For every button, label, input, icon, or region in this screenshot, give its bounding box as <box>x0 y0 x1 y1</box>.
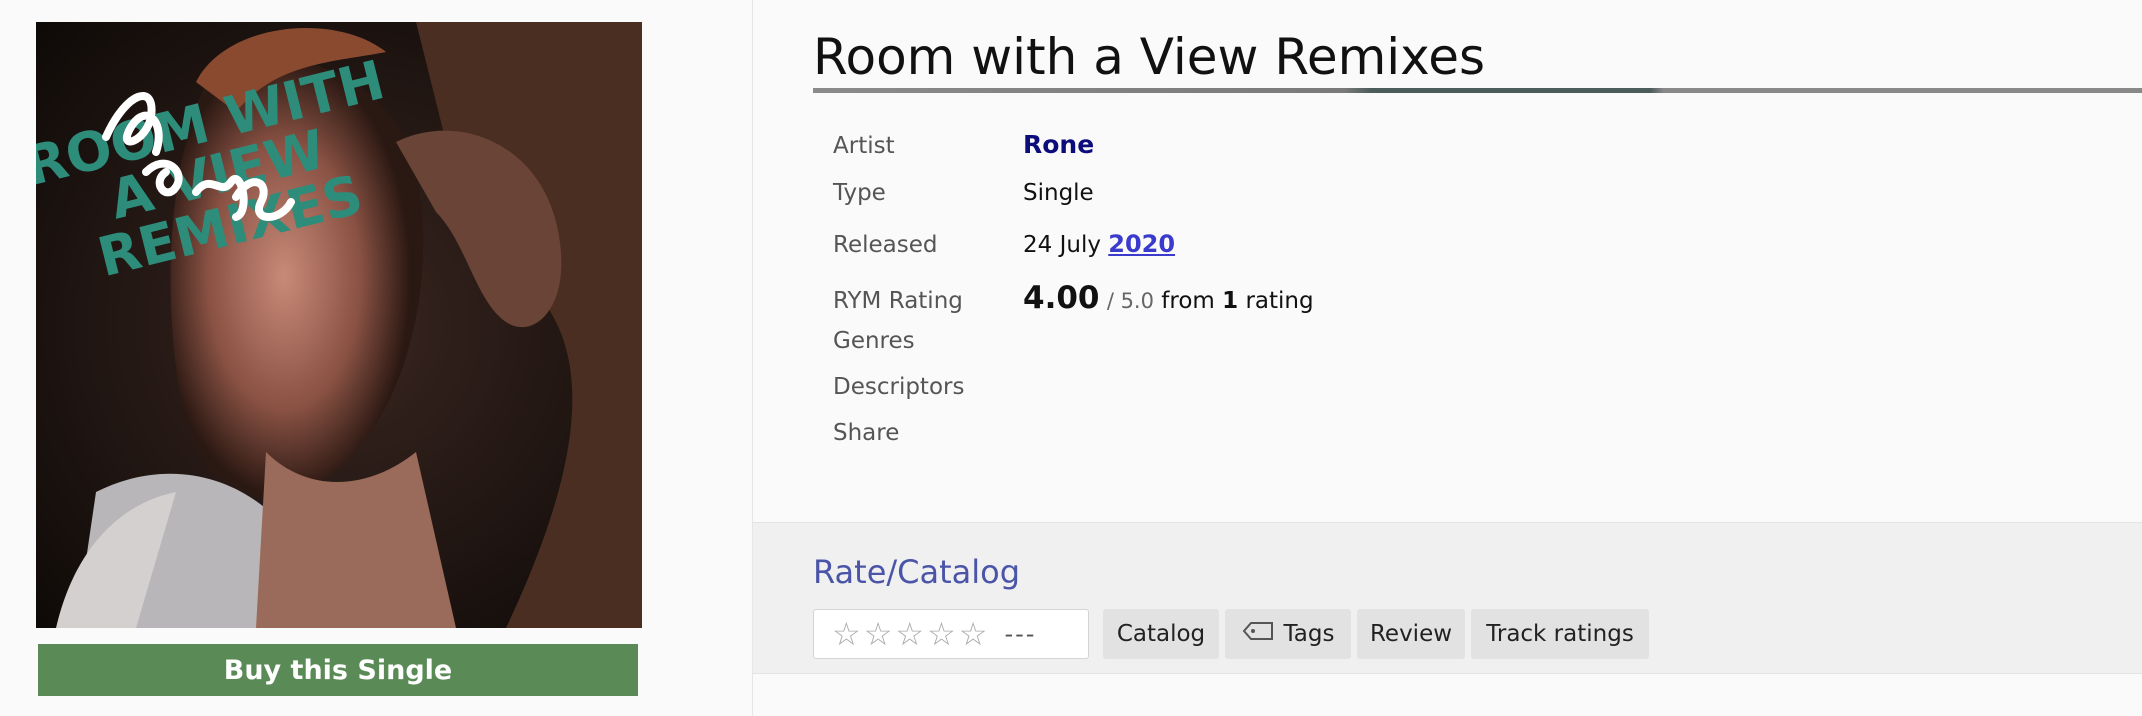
info-row-descriptors: Descriptors <box>833 374 1314 420</box>
released-label: Released <box>833 232 938 258</box>
rating-from: from <box>1161 288 1215 314</box>
genres-label: Genres <box>833 328 915 354</box>
star-icon[interactable]: ☆ <box>832 618 861 650</box>
rate-catalog-section: Rate/Catalog ☆ ☆ ☆ ☆ ☆ --- Catalog Tags … <box>753 522 2142 674</box>
review-button[interactable]: Review <box>1357 609 1465 659</box>
tag-icon <box>1242 620 1274 648</box>
rating-placeholder: --- <box>1004 620 1037 648</box>
share-label: Share <box>833 420 900 446</box>
star-rating-widget[interactable]: ☆ ☆ ☆ ☆ ☆ --- <box>813 609 1089 659</box>
tags-button-label: Tags <box>1283 621 1335 647</box>
type-label: Type <box>833 180 886 206</box>
rating-count: 1 <box>1222 288 1239 314</box>
info-row-artist: Artist Rone <box>833 130 1314 180</box>
title-divider <box>813 88 2142 93</box>
star-icon[interactable]: ☆ <box>959 618 988 650</box>
album-cover[interactable]: ROOM WITH A VIEW REMIXES <box>36 22 642 628</box>
info-row-genres: Genres <box>833 328 1314 374</box>
buy-single-button[interactable]: Buy this Single <box>38 644 638 696</box>
artist-link[interactable]: Rone <box>1023 130 1094 159</box>
rating-max: / 5.0 <box>1106 289 1154 313</box>
track-ratings-button[interactable]: Track ratings <box>1471 609 1649 659</box>
release-title: Room with a View Remixes <box>813 28 1486 86</box>
release-info-table: Artist Rone Type Single Released 24 July… <box>833 130 1314 466</box>
tags-button[interactable]: Tags <box>1225 609 1351 659</box>
info-row-rating: RYM Rating 4.00 / 5.0 from 1 rating <box>833 280 1314 328</box>
rating-unit: rating <box>1245 288 1314 314</box>
catalog-button[interactable]: Catalog <box>1103 609 1219 659</box>
left-column: ROOM WITH A VIEW REMIXES Buy this Single <box>0 0 753 716</box>
release-info-panel: Room with a View Remixes Artist Rone Typ… <box>753 0 2142 716</box>
rate-catalog-heading[interactable]: Rate/Catalog <box>813 553 1020 591</box>
released-year-link[interactable]: 2020 <box>1108 230 1175 258</box>
rym-rating-label: RYM Rating <box>833 288 963 314</box>
released-day: 24 July <box>1023 232 1101 258</box>
cropped-section-peek <box>813 700 853 716</box>
star-icon[interactable]: ☆ <box>927 618 956 650</box>
star-icon[interactable]: ☆ <box>864 618 893 650</box>
star-icon[interactable]: ☆ <box>895 618 924 650</box>
info-row-share: Share <box>833 420 1314 466</box>
type-value: Single <box>1023 180 1094 206</box>
info-row-released: Released 24 July 2020 <box>833 230 1314 280</box>
rating-value: 4.00 <box>1023 280 1100 316</box>
artist-label: Artist <box>833 133 895 159</box>
descriptors-label: Descriptors <box>833 374 965 400</box>
info-row-type: Type Single <box>833 180 1314 230</box>
album-cover-art: ROOM WITH A VIEW REMIXES <box>36 22 642 628</box>
